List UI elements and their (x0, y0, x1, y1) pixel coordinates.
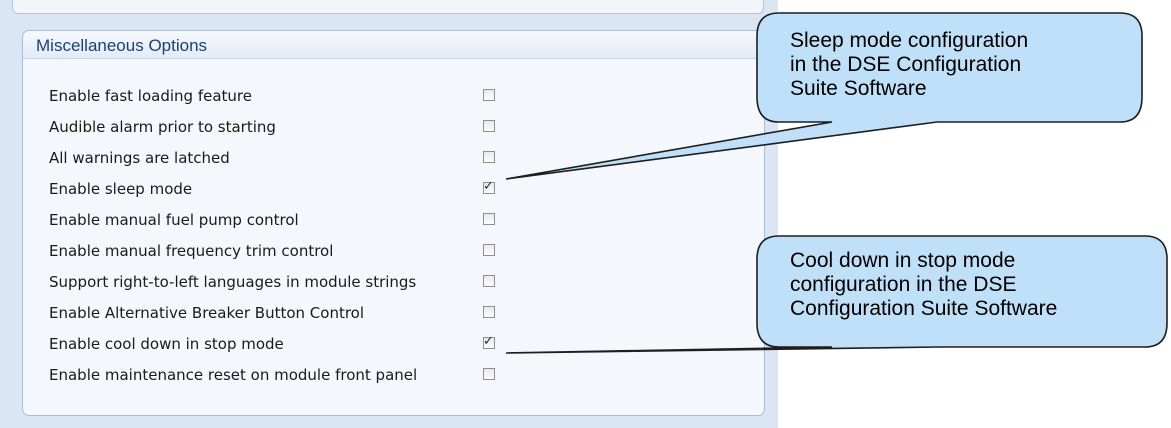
cool-down-callout-text: Cool down in stop mode configuration in … (790, 249, 1058, 320)
sleep-mode-callout-text: Sleep mode configuration in the DSE Conf… (790, 29, 1029, 100)
